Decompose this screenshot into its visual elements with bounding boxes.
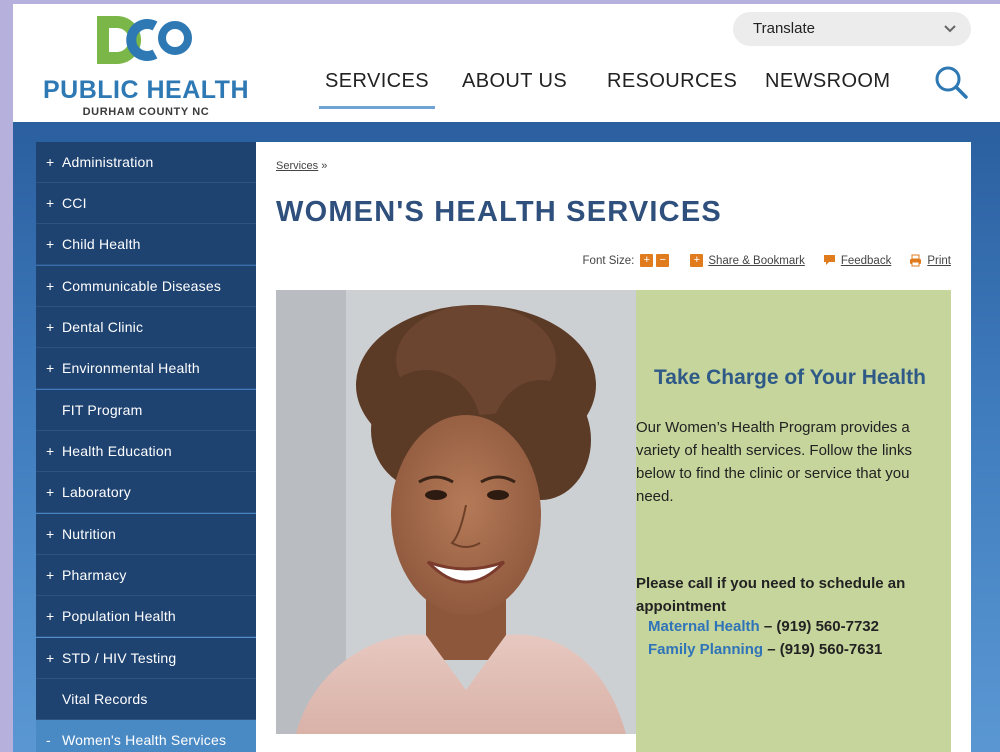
font-increase-button[interactable]: +: [640, 254, 654, 267]
sidebar-item-label: Administration: [62, 154, 154, 170]
logo-subtitle: DURHAM COUNTY NC: [82, 106, 210, 118]
sidebar-item-label: STD / HIV Testing: [62, 650, 177, 666]
collapse-icon: -: [46, 732, 51, 748]
search-icon[interactable]: [933, 64, 969, 100]
expand-icon: +: [46, 195, 55, 211]
appointment-note: Please call if you need to schedule an a…: [636, 575, 906, 615]
feedback-link[interactable]: Feedback: [841, 255, 892, 267]
font-decrease-button[interactable]: −: [656, 254, 670, 267]
sidebar-item-womens-health-services[interactable]: - Women's Health Services: [36, 720, 256, 752]
nav-services[interactable]: SERVICES: [319, 70, 435, 109]
expand-icon: +: [46, 278, 55, 294]
nav-resources[interactable]: RESOURCES: [607, 70, 737, 100]
sidebar-item-pharmacy[interactable]: + Pharmacy: [36, 555, 256, 596]
contact-maternal-health: Maternal Health – (919) 560-7732: [648, 618, 879, 635]
info-box: Take Charge of Your Health Our Women’s H…: [636, 290, 951, 752]
chevron-down-icon: [943, 12, 957, 58]
family-planning-link[interactable]: Family Planning: [648, 641, 763, 658]
logo-title: PUBLIC HEALTH: [42, 76, 250, 104]
expand-icon: +: [46, 567, 55, 583]
expand-icon: +: [46, 650, 55, 666]
sidebar-item-label: Vital Records: [62, 691, 148, 707]
print-link[interactable]: Print: [927, 255, 951, 267]
translate-label: Translate: [753, 20, 815, 37]
sidebar-item-label: Nutrition: [62, 526, 116, 542]
expand-icon: +: [46, 526, 55, 542]
nav-newsroom[interactable]: NEWSROOM: [765, 70, 890, 100]
breadcrumb-link-services[interactable]: Services: [276, 160, 318, 172]
info-box-heading: Take Charge of Your Health: [654, 366, 926, 389]
contact-separator: –: [759, 618, 777, 635]
sidebar-item-label: Child Health: [62, 236, 141, 252]
maternal-health-link[interactable]: Maternal Health: [648, 618, 760, 635]
sidebar-item-label: Dental Clinic: [62, 319, 144, 335]
page-tools: Font Size: + − + Share & Bookmark Feedba…: [583, 254, 951, 267]
sidebar-item-label: Environmental Health: [62, 360, 200, 376]
breadcrumb-separator: »: [321, 160, 328, 172]
sidebar-item-label: Health Education: [62, 443, 172, 459]
sidebar-item-label: CCI: [62, 195, 87, 211]
expand-icon: +: [46, 319, 55, 335]
sidebar-item-environmental-health[interactable]: + Environmental Health: [36, 348, 256, 389]
font-size-label: Font Size:: [582, 254, 635, 267]
womens-health-photo: [276, 290, 636, 734]
sidebar-item-label: Communicable Diseases: [62, 278, 222, 294]
sidebar-item-label: FIT Program: [62, 402, 143, 418]
sidebar-item-label: Laboratory: [62, 484, 131, 500]
breadcrumb: Services »: [276, 160, 327, 172]
sidebar-item-vital-records[interactable]: Vital Records: [36, 679, 256, 720]
sidebar-item-label: Women's Health Services: [62, 732, 227, 748]
sidebar-item-cci[interactable]: + CCI: [36, 183, 256, 224]
sidebar-item-population-health[interactable]: + Population Health: [36, 596, 256, 637]
sidebar-item-laboratory[interactable]: + Laboratory: [36, 472, 256, 513]
contact-separator: –: [763, 641, 780, 658]
sidebar-nav: + Administration + CCI + Child Health + Comm…: [36, 142, 256, 752]
sidebar-item-nutrition[interactable]: + Nutrition: [36, 514, 256, 555]
plus-icon: +: [690, 254, 704, 267]
sidebar-item-administration[interactable]: + Administration: [36, 142, 256, 183]
maternal-health-phone: (919) 560-7732: [776, 618, 879, 635]
sidebar-item-fit-program[interactable]: FIT Program: [36, 390, 256, 431]
info-box-body: Our Women’s Health Program provides a va…: [636, 419, 912, 505]
expand-icon: +: [46, 484, 55, 500]
printer-icon: [910, 254, 922, 267]
site-logo[interactable]: PUBLIC HEALTH DURHAM COUNTY NC: [39, 12, 249, 118]
sidebar-item-label: Pharmacy: [62, 567, 127, 583]
sidebar-item-health-education[interactable]: + Health Education: [36, 431, 256, 472]
expand-icon: +: [46, 154, 55, 170]
nav-about-us[interactable]: ABOUT US: [462, 70, 567, 100]
sidebar-item-std-hiv-testing[interactable]: + STD / HIV Testing: [36, 638, 256, 679]
sidebar-item-child-health[interactable]: + Child Health: [36, 224, 256, 265]
page-title: WOMEN'S HEALTH SERVICES: [276, 196, 722, 228]
speech-bubble-icon: [823, 255, 835, 265]
browser-page: PUBLIC HEALTH DURHAM COUNTY NC Translate…: [13, 4, 1000, 752]
share-bookmark-link[interactable]: Share & Bookmark: [708, 255, 805, 267]
contact-family-planning: Family Planning – (919) 560-7631: [648, 641, 882, 658]
site-header: PUBLIC HEALTH DURHAM COUNTY NC Translate…: [13, 4, 1000, 122]
translate-dropdown[interactable]: Translate: [733, 12, 971, 46]
expand-icon: +: [46, 236, 55, 252]
family-planning-phone: (919) 560-7631: [779, 641, 883, 658]
expand-icon: +: [46, 360, 55, 376]
expand-icon: +: [46, 608, 55, 624]
sidebar-item-dental-clinic[interactable]: + Dental Clinic: [36, 307, 256, 348]
sidebar-item-label: Population Health: [62, 608, 176, 624]
main-content: Services » WOMEN'S HEALTH SERVICES Font …: [256, 142, 971, 752]
sidebar-item-communicable-diseases[interactable]: + Communicable Diseases: [36, 266, 256, 307]
dco-logo-icon: [97, 16, 192, 64]
expand-icon: +: [46, 443, 55, 459]
